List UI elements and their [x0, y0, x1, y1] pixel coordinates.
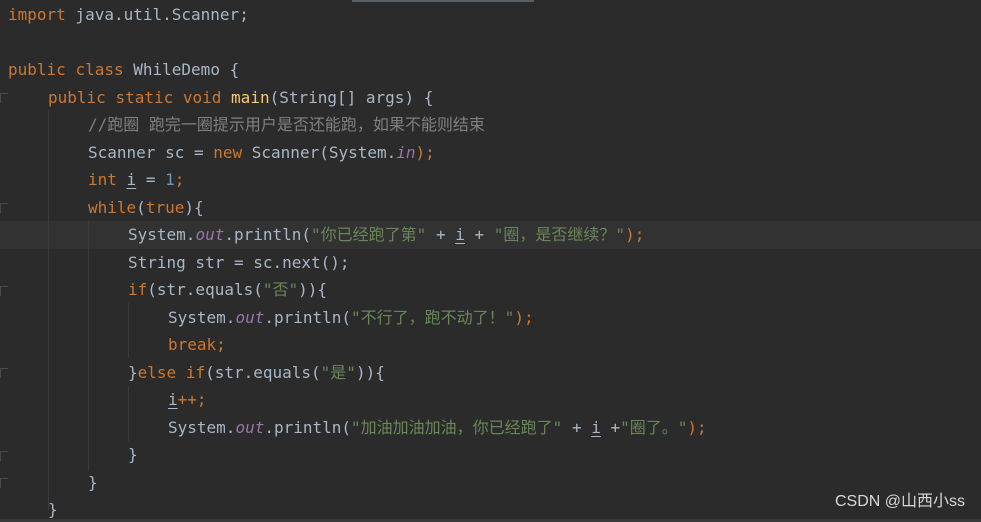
indent-guide — [48, 110, 49, 510]
code-text: .println( — [264, 418, 352, 437]
code-text: ); — [514, 308, 534, 327]
code-text: System. — [168, 418, 236, 437]
variable-i: i — [591, 418, 601, 437]
keyword-void: void — [182, 88, 222, 107]
class-name: WhileDemo — [133, 60, 220, 79]
string-literal: "圈了。" — [620, 418, 688, 437]
comment: //跑圈 跑完一圈提示用户是否还能跑，如果不能则结束 — [88, 115, 485, 134]
code-text: (str.equals( — [147, 280, 263, 299]
code-text: (str.equals( — [205, 363, 321, 382]
fold-marker-icon[interactable] — [0, 368, 8, 378]
editor-tab-indicator — [352, 0, 534, 2]
code-line-8[interactable]: while(true){ — [88, 196, 204, 220]
static-field: in — [396, 143, 416, 162]
fold-marker-icon[interactable] — [0, 93, 8, 103]
indent-guide — [88, 221, 89, 471]
static-field: out — [195, 225, 225, 244]
code-text: + — [464, 225, 494, 244]
code-text: } — [128, 363, 138, 382]
code-line-11[interactable]: if(str.equals("否")){ — [128, 278, 327, 302]
code-line-4[interactable]: public static void main(String[] args) { — [48, 86, 433, 110]
closing-brace: } — [128, 445, 138, 464]
code-text: .println( — [224, 225, 312, 244]
closing-brace: } — [48, 500, 58, 519]
code-text: Scanner sc = — [88, 143, 214, 162]
string-literal: "圈，是否继续？" — [493, 225, 626, 244]
keyword-if: if — [185, 363, 206, 382]
code-line-7[interactable]: int i = 1; — [88, 168, 184, 192]
code-text: + — [426, 225, 456, 244]
code-line-14[interactable]: }else if(str.equals("是")){ — [128, 361, 385, 385]
string-literal: "你已经跑了第" — [311, 225, 427, 244]
code-text: ); — [625, 225, 645, 244]
code-text: )){ — [355, 363, 385, 382]
import-path: java.util.Scanner; — [65, 5, 249, 24]
code-text: ){ — [184, 198, 204, 217]
code-text: + — [562, 418, 592, 437]
code-text: System. — [168, 308, 236, 327]
method-params: (String[] args) { — [269, 88, 434, 107]
keyword-new: new — [213, 143, 243, 162]
fold-marker-icon[interactable] — [0, 286, 8, 296]
code-editor[interactable]: import java.util.Scanner; public class W… — [0, 0, 981, 522]
keyword-int: int — [88, 170, 117, 189]
string-literal: "不行了，跑不动了！" — [351, 308, 515, 327]
keyword-if: if — [128, 280, 148, 299]
code-line-9[interactable]: System.out.println("你已经跑了第" + i + "圈，是否继… — [128, 223, 644, 247]
fold-marker-icon[interactable] — [0, 203, 8, 213]
code-line-6[interactable]: Scanner sc = new Scanner(System.in); — [88, 141, 435, 165]
closing-brace: } — [88, 473, 98, 492]
keyword-else: else — [137, 363, 177, 382]
code-line-13[interactable]: break; — [168, 333, 226, 357]
code-line-15[interactable]: i++; — [168, 388, 207, 412]
code-line-12[interactable]: System.out.println("不行了，跑不动了！"); — [168, 306, 534, 330]
method-name: main — [231, 88, 270, 107]
keyword-break: break — [168, 335, 217, 354]
static-field: out — [235, 308, 265, 327]
code-text: System. — [128, 225, 196, 244]
variable-i: i — [455, 225, 465, 244]
keyword-true: true — [145, 198, 185, 217]
code-text: = — [136, 170, 166, 189]
code-text: )){ — [298, 280, 328, 299]
string-literal: "加油加油加油，你已经跑了" — [351, 418, 563, 437]
fold-marker-icon[interactable] — [0, 478, 8, 488]
keyword-import: import — [8, 5, 66, 24]
code-text: String str = sc.next(); — [128, 253, 350, 272]
static-field: out — [235, 418, 265, 437]
code-line-3[interactable]: public class WhileDemo { — [8, 58, 239, 82]
semicolon: ; — [174, 170, 185, 189]
variable-i: i — [168, 390, 178, 409]
indent-guide — [128, 386, 129, 441]
code-text: ++; — [177, 390, 207, 409]
code-text: Scanner(System. — [242, 143, 397, 162]
number-literal: 1 — [165, 170, 175, 189]
brace: { — [219, 60, 240, 79]
keyword-while: while — [88, 198, 137, 217]
code-line-18[interactable]: } — [88, 471, 98, 495]
keyword-public: public — [8, 60, 66, 79]
csdn-watermark: CSDN @山西小ss — [834, 493, 965, 510]
string-literal: "否" — [262, 280, 299, 299]
code-text: ( — [136, 198, 146, 217]
code-text: ); — [415, 143, 435, 162]
code-text: + — [600, 418, 621, 437]
keyword-class: class — [75, 60, 124, 79]
keyword-static: static — [115, 88, 174, 107]
variable-i: i — [126, 170, 137, 189]
semicolon: ; — [216, 335, 226, 354]
code-line-17[interactable]: } — [128, 443, 138, 467]
fold-marker-icon[interactable] — [0, 451, 8, 461]
keyword-public: public — [48, 88, 106, 107]
code-line-10[interactable]: String str = sc.next(); — [128, 251, 350, 275]
code-text: ); — [687, 418, 707, 437]
code-line-5[interactable]: //跑圈 跑完一圈提示用户是否还能跑，如果不能则结束 — [88, 113, 485, 137]
string-literal: "是" — [320, 363, 356, 382]
code-text: .println( — [264, 308, 352, 327]
code-line-16[interactable]: System.out.println("加油加油加油，你已经跑了" + i +"… — [168, 416, 707, 440]
code-line-1[interactable]: import java.util.Scanner; — [8, 3, 249, 27]
indent-guide — [128, 303, 129, 358]
